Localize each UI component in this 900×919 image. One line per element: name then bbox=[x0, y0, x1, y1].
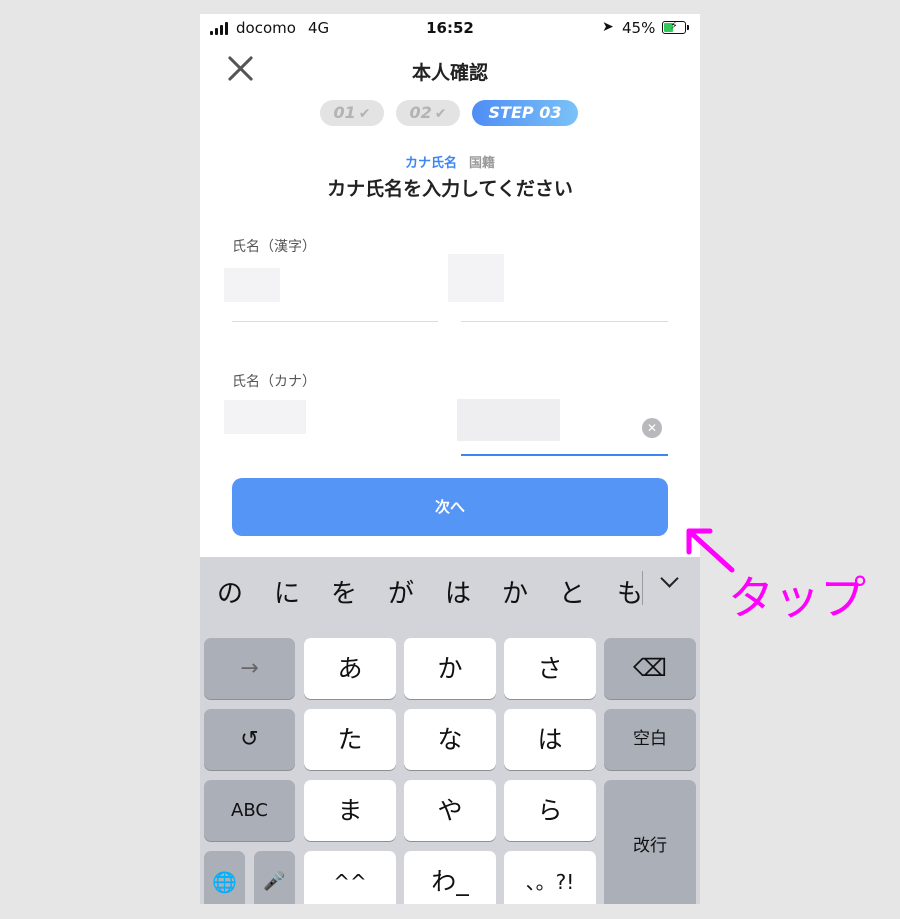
key-label: ^^ bbox=[333, 870, 367, 894]
candidate-ha[interactable]: は bbox=[438, 573, 478, 610]
candidate-ga[interactable]: が bbox=[381, 573, 421, 610]
kanji-name-label: 氏名（漢字） bbox=[232, 239, 316, 255]
last-name-kana-underline bbox=[232, 455, 438, 456]
undo-key[interactable]: ↺ bbox=[204, 709, 295, 770]
battery-percent: 45% bbox=[622, 19, 656, 37]
key-label: 空白 bbox=[633, 729, 667, 749]
step-label: STEP 03 bbox=[488, 103, 562, 122]
next-button[interactable]: 次へ bbox=[232, 478, 668, 536]
status-bar: docomo 4G 16:52 ➤ 45% ⚡ bbox=[200, 14, 700, 44]
japanese-keyboard: の に を が は か と も → あ か さ ⌫ ↺ た な は 空白 ABC… bbox=[200, 557, 700, 904]
candidate-to[interactable]: と bbox=[552, 573, 592, 610]
delete-key[interactable]: ⌫ bbox=[604, 638, 696, 699]
key-sa[interactable]: さ bbox=[504, 638, 596, 699]
step-label: 02 bbox=[409, 103, 432, 122]
key-label: は bbox=[537, 725, 563, 754]
subtab-nationality: 国籍 bbox=[469, 156, 496, 171]
candidate-separator bbox=[642, 571, 643, 605]
key-wa[interactable]: わ_ bbox=[404, 851, 496, 904]
key-na[interactable]: な bbox=[404, 709, 496, 770]
last-name-kanji-value-redacted[interactable] bbox=[224, 268, 280, 302]
subtab-kana-name: カナ氏名 bbox=[404, 156, 457, 171]
subsection-tabs: カナ氏名 国籍 bbox=[200, 152, 700, 171]
globe-icon: 🌐 bbox=[212, 870, 237, 894]
battery-nub bbox=[687, 25, 689, 30]
key-label: あ bbox=[337, 654, 363, 683]
return-key[interactable]: 改行 bbox=[604, 780, 696, 904]
kana-name-label: 氏名（カナ） bbox=[232, 374, 316, 390]
step-01-indicator: 01 ✔ bbox=[320, 100, 384, 126]
step-03-indicator: STEP 03 bbox=[472, 100, 578, 126]
key-label: ABC bbox=[231, 800, 268, 821]
check-icon: ✔ bbox=[434, 106, 447, 122]
location-arrow-icon: ➤ bbox=[602, 19, 614, 35]
space-key[interactable]: 空白 bbox=[604, 709, 696, 770]
key-label: な bbox=[437, 725, 463, 754]
abc-key[interactable]: ABC bbox=[204, 780, 295, 841]
arrow-right-key[interactable]: → bbox=[204, 638, 295, 699]
backspace-icon: ⌫ bbox=[633, 654, 667, 682]
key-label: か bbox=[437, 654, 463, 683]
first-name-kanji-value-redacted[interactable] bbox=[448, 254, 504, 302]
battery-icon: ⚡ bbox=[662, 19, 686, 34]
form-heading: カナ氏名を入力してください bbox=[327, 178, 573, 200]
key-label: た bbox=[337, 725, 363, 754]
key-label: わ_ bbox=[431, 867, 469, 896]
arrow-right-icon: → bbox=[240, 656, 259, 681]
key-ka[interactable]: か bbox=[404, 638, 496, 699]
key-ha[interactable]: は bbox=[504, 709, 596, 770]
chevron-down-icon[interactable] bbox=[658, 569, 682, 593]
undo-icon: ↺ bbox=[240, 727, 259, 752]
key-label: ら bbox=[537, 796, 563, 825]
candidate-ka[interactable]: か bbox=[495, 573, 535, 610]
page-title: 本人確認 bbox=[411, 62, 488, 84]
globe-key[interactable]: 🌐 bbox=[204, 851, 245, 904]
key-label: 、。?! bbox=[525, 870, 575, 894]
emoticon-key[interactable]: ^^ bbox=[304, 851, 396, 904]
key-label: や bbox=[437, 796, 463, 825]
last-name-kana-value-redacted[interactable] bbox=[224, 400, 306, 434]
step-02-indicator: 02 ✔ bbox=[396, 100, 460, 126]
first-name-kana-underline-focused bbox=[461, 454, 668, 456]
candidate-bar: の に を が は か と も bbox=[200, 557, 700, 621]
last-name-kanji-underline bbox=[232, 321, 438, 322]
microphone-key[interactable]: 🎤 bbox=[254, 851, 295, 904]
key-a[interactable]: あ bbox=[304, 638, 396, 699]
check-icon: ✔ bbox=[358, 106, 371, 122]
first-name-kanji-underline bbox=[461, 321, 668, 322]
candidate-ni[interactable]: に bbox=[267, 573, 307, 610]
phone-screen: docomo 4G 16:52 ➤ 45% ⚡ 本人確認 01 ✔ 02 ✔ STE… bbox=[200, 14, 700, 904]
key-ma[interactable]: ま bbox=[304, 780, 396, 841]
first-name-kana-value-redacted[interactable] bbox=[457, 399, 560, 441]
key-label: ま bbox=[337, 796, 363, 825]
key-label: 改行 bbox=[633, 836, 667, 856]
candidate-wo[interactable]: を bbox=[324, 573, 364, 610]
annotation-label: タップ bbox=[728, 571, 866, 625]
step-label: 01 bbox=[333, 103, 356, 122]
charging-bolt-icon: ⚡ bbox=[670, 19, 678, 32]
key-ra[interactable]: ら bbox=[504, 780, 596, 841]
microphone-icon: 🎤 bbox=[263, 871, 286, 892]
punctuation-key[interactable]: 、。?! bbox=[504, 851, 596, 904]
clear-field-icon[interactable]: ✕ bbox=[642, 418, 662, 438]
key-ta[interactable]: た bbox=[304, 709, 396, 770]
key-label: さ bbox=[537, 654, 563, 683]
candidate-no[interactable]: の bbox=[210, 573, 250, 610]
candidate-mo[interactable]: も bbox=[610, 573, 650, 610]
key-ya[interactable]: や bbox=[404, 780, 496, 841]
